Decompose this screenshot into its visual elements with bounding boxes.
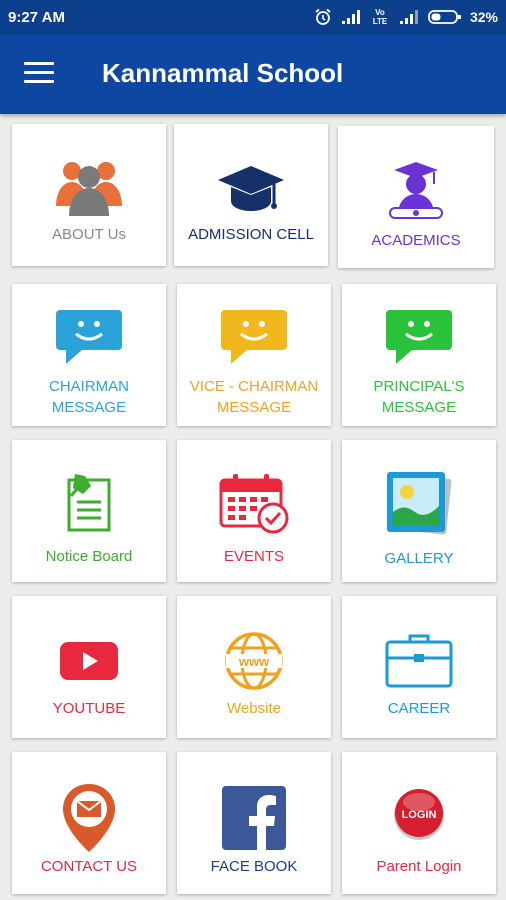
- alarm-icon: [314, 8, 332, 26]
- graduation-cap-icon: [216, 162, 286, 221]
- tile-label: CONTACT US: [40, 858, 138, 875]
- tile-admission-cell[interactable]: ADMISSION CELL: [174, 124, 328, 266]
- tile-website[interactable]: www Website: [177, 596, 331, 738]
- people-group-icon: [54, 158, 124, 223]
- login-button-icon: LOGIN: [390, 784, 448, 847]
- svg-text:www: www: [238, 654, 270, 669]
- tile-facebook[interactable]: FACE BOOK: [177, 752, 331, 894]
- tile-career[interactable]: CAREER: [342, 596, 496, 738]
- tile-notice-board[interactable]: Notice Board: [12, 440, 166, 582]
- tile-youtube[interactable]: YOUTUBE: [12, 596, 166, 738]
- tile-label: CAREER: [387, 700, 451, 717]
- chat-smile-icon: [219, 308, 289, 371]
- tile-label: GALLERY: [384, 550, 454, 567]
- tile-parent-login[interactable]: LOGIN Parent Login: [342, 752, 496, 894]
- graduate-icon: [384, 160, 448, 229]
- app-bar: Kannammal School: [0, 34, 506, 114]
- battery-icon: [428, 9, 462, 25]
- tile-contact-us[interactable]: CONTACT US: [12, 752, 166, 894]
- chat-smile-icon: [384, 308, 454, 371]
- calendar-check-icon: [217, 472, 291, 539]
- tile-gallery[interactable]: GALLERY: [342, 440, 496, 582]
- tile-label: ABOUT Us: [52, 226, 126, 243]
- tile-label: VICE - CHAIRMAN MESSAGE: [189, 378, 319, 416]
- tile-label: YOUTUBE: [52, 700, 126, 717]
- tile-principals-message[interactable]: PRINCIPAL'S MESSAGE: [342, 284, 496, 426]
- signal-icon: [340, 9, 362, 25]
- page-title: Kannammal School: [102, 58, 344, 88]
- tile-vice-chairman-message[interactable]: VICE - CHAIRMAN MESSAGE: [177, 284, 331, 426]
- tile-label: ACADEMICS: [371, 232, 461, 249]
- tile-academics[interactable]: ACADEMICS: [338, 126, 494, 268]
- volte-icon: Vo LTE: [372, 8, 388, 26]
- chat-smile-icon: [54, 308, 124, 371]
- tile-label: FACE BOOK: [210, 858, 298, 875]
- status-time: 9:27 AM: [8, 9, 65, 26]
- battery-percent: 32%: [469, 9, 498, 25]
- tile-label: EVENTS: [223, 548, 284, 565]
- signal-icon-2: [398, 9, 420, 25]
- svg-text:LOGIN: LOGIN: [402, 809, 437, 821]
- tile-about-us[interactable]: ABOUT Us: [12, 124, 166, 266]
- tile-label: PRINCIPAL'S MESSAGE: [373, 378, 465, 416]
- status-icons: Vo LTE 32%: [314, 8, 498, 26]
- tile-label: Website: [227, 700, 281, 717]
- briefcase-icon: [384, 632, 454, 695]
- tile-label: ADMISSION CELL: [188, 226, 314, 243]
- picture-icon: [383, 468, 455, 545]
- status-bar: 9:27 AM Vo LTE 32%: [0, 0, 506, 34]
- mail-pin-icon: [60, 782, 118, 859]
- tile-chairman-message[interactable]: CHAIRMAN MESSAGE: [12, 284, 166, 426]
- tile-events[interactable]: EVENTS: [177, 440, 331, 582]
- globe-www-icon: www: [223, 630, 285, 697]
- notice-pin-icon: [61, 470, 117, 539]
- youtube-play-icon: [58, 640, 120, 687]
- tile-label: CHAIRMAN MESSAGE: [48, 378, 129, 416]
- facebook-icon: [222, 786, 286, 855]
- hamburger-menu-icon[interactable]: [24, 62, 54, 86]
- tile-label: Notice Board: [45, 548, 133, 565]
- tile-label: Parent Login: [376, 858, 462, 875]
